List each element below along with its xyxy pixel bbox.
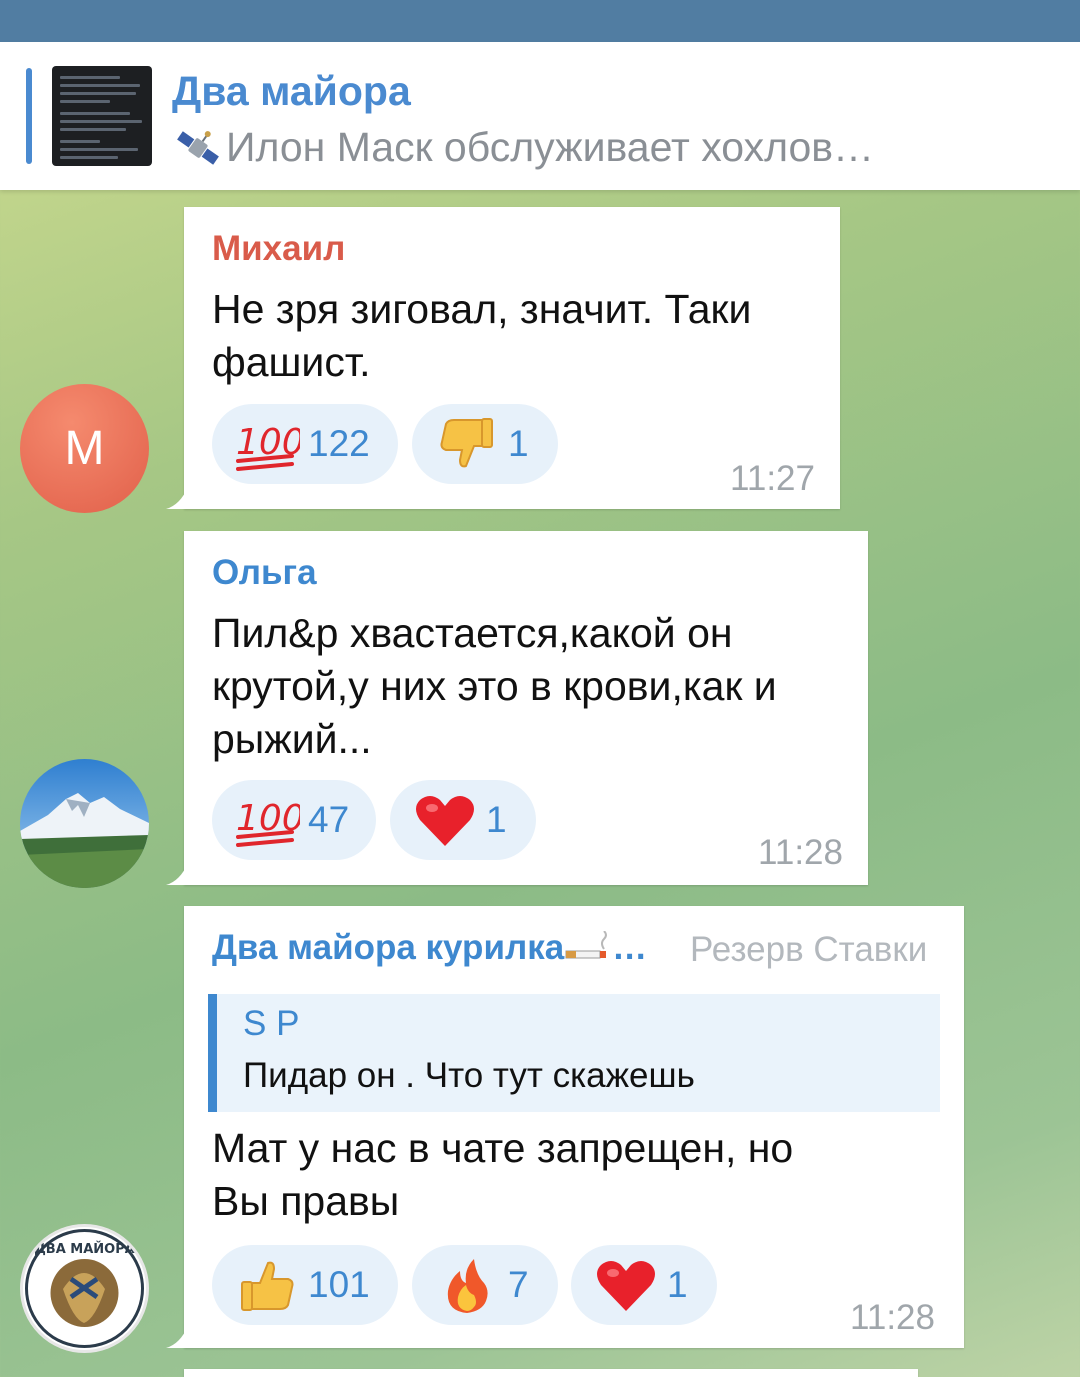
message-text-line: фашист. [212, 339, 371, 385]
message-author[interactable]: Два майора курилка … [212, 928, 647, 968]
author-ellipsis: … [612, 928, 648, 967]
reaction-count: 101 [308, 1264, 370, 1305]
dva-mayora-logo: ДВА МАЙОРА [25, 1229, 144, 1348]
reaction-count: 7 [508, 1264, 529, 1305]
avatar-logo-text: ДВА МАЙОРА [34, 1241, 135, 1257]
message-author[interactable]: Ольга [212, 553, 317, 593]
reaction-count: 122 [308, 423, 370, 464]
message-author-name: Два майора курилка [212, 928, 565, 967]
avatar[interactable] [20, 759, 149, 888]
status-bar [0, 0, 1080, 42]
message-bubble[interactable]: Два майора курилка … Резерв Ставки S P П… [166, 906, 964, 1348]
reaction-hundred[interactable]: 100 122 [212, 404, 398, 484]
reaction-count: 1 [508, 423, 529, 464]
reaction-thumbs-up[interactable]: 101 [212, 1245, 398, 1325]
satellite-icon [177, 130, 219, 165]
hundred-points-icon: 100 [236, 422, 300, 471]
pinned-subtitle-text: Илон Маск обслуживает хохлов… [226, 124, 875, 170]
reaction-count: 47 [308, 799, 350, 840]
pinned-thumbnail [52, 66, 152, 166]
message-time: 11:28 [758, 833, 843, 872]
bubble-tail [166, 487, 188, 509]
avatar-initial: М [64, 422, 105, 475]
message-time: 11:27 [730, 459, 815, 498]
reaction-heart[interactable]: 1 [571, 1245, 717, 1325]
reply-quote[interactable]: S P Пидар он . Что тут скажешь [208, 994, 940, 1112]
avatar[interactable]: М [20, 384, 149, 513]
message-text-line: Не зря зиговал, значит. Таки [212, 286, 752, 332]
thumbs-down-icon [440, 418, 493, 468]
cigarette-icon [565, 931, 608, 959]
reaction-thumbs-down[interactable]: 1 [412, 404, 558, 484]
reaction-hundred[interactable]: 100 47 [212, 780, 376, 860]
fire-icon [447, 1259, 488, 1313]
pinned-indicator-bar [26, 68, 32, 164]
message-text-line: Мат у нас в чате запрещен, но [212, 1125, 794, 1171]
mountain-avatar [20, 759, 149, 888]
reaction-count: 1 [486, 799, 507, 840]
hundred-points-icon: 100 [236, 798, 300, 847]
message-bubble[interactable]: Ольга Пил&р хвастается,какой он крутой,у… [166, 531, 868, 885]
message-text: Не зря зиговал, значит. Таки фашист. [212, 283, 751, 389]
bubble-tail [166, 1326, 188, 1348]
pinned-message[interactable]: Два майора Илон Маск обслуживает хохлов… [0, 42, 1080, 190]
forward-source: Резерв Ставки [690, 930, 928, 969]
pinned-subtitle: Илон Маск обслуживает хохлов… [172, 124, 932, 171]
message-text-line: крутой,у них это в крови,как и [212, 663, 777, 709]
reaction-count: 1 [667, 1264, 688, 1305]
reaction-heart[interactable]: 1 [390, 780, 536, 860]
reply-author: S P [243, 1004, 300, 1043]
message-text: Мат у нас в чате запрещен, но Вы правы [212, 1122, 793, 1228]
pinned-title: Два майора [172, 68, 411, 114]
red-heart-icon [416, 796, 474, 846]
thumbs-up-icon [241, 1261, 294, 1311]
message-time: 11:28 [850, 1298, 935, 1337]
reply-text: Пидар он . Что тут скажешь [243, 1056, 695, 1095]
avatar[interactable]: ДВА МАЙОРА [20, 1224, 149, 1353]
message-author[interactable]: Михаил [212, 229, 345, 269]
message-text-line: Вы правы [212, 1178, 400, 1224]
reaction-fire[interactable]: 7 [412, 1245, 558, 1325]
bubble-tail [166, 863, 188, 885]
message-text-line: Пил&р хвастается,какой он [212, 610, 733, 656]
message-text: Пил&р хвастается,какой он крутой,у них э… [212, 607, 777, 766]
red-heart-icon [597, 1261, 655, 1311]
message-bubble[interactable]: Михаил Не зря зиговал, значит. Таки фаши… [166, 207, 840, 509]
message-text-line: рыжий... [212, 716, 372, 762]
message-bubble-partial[interactable] [184, 1369, 918, 1377]
